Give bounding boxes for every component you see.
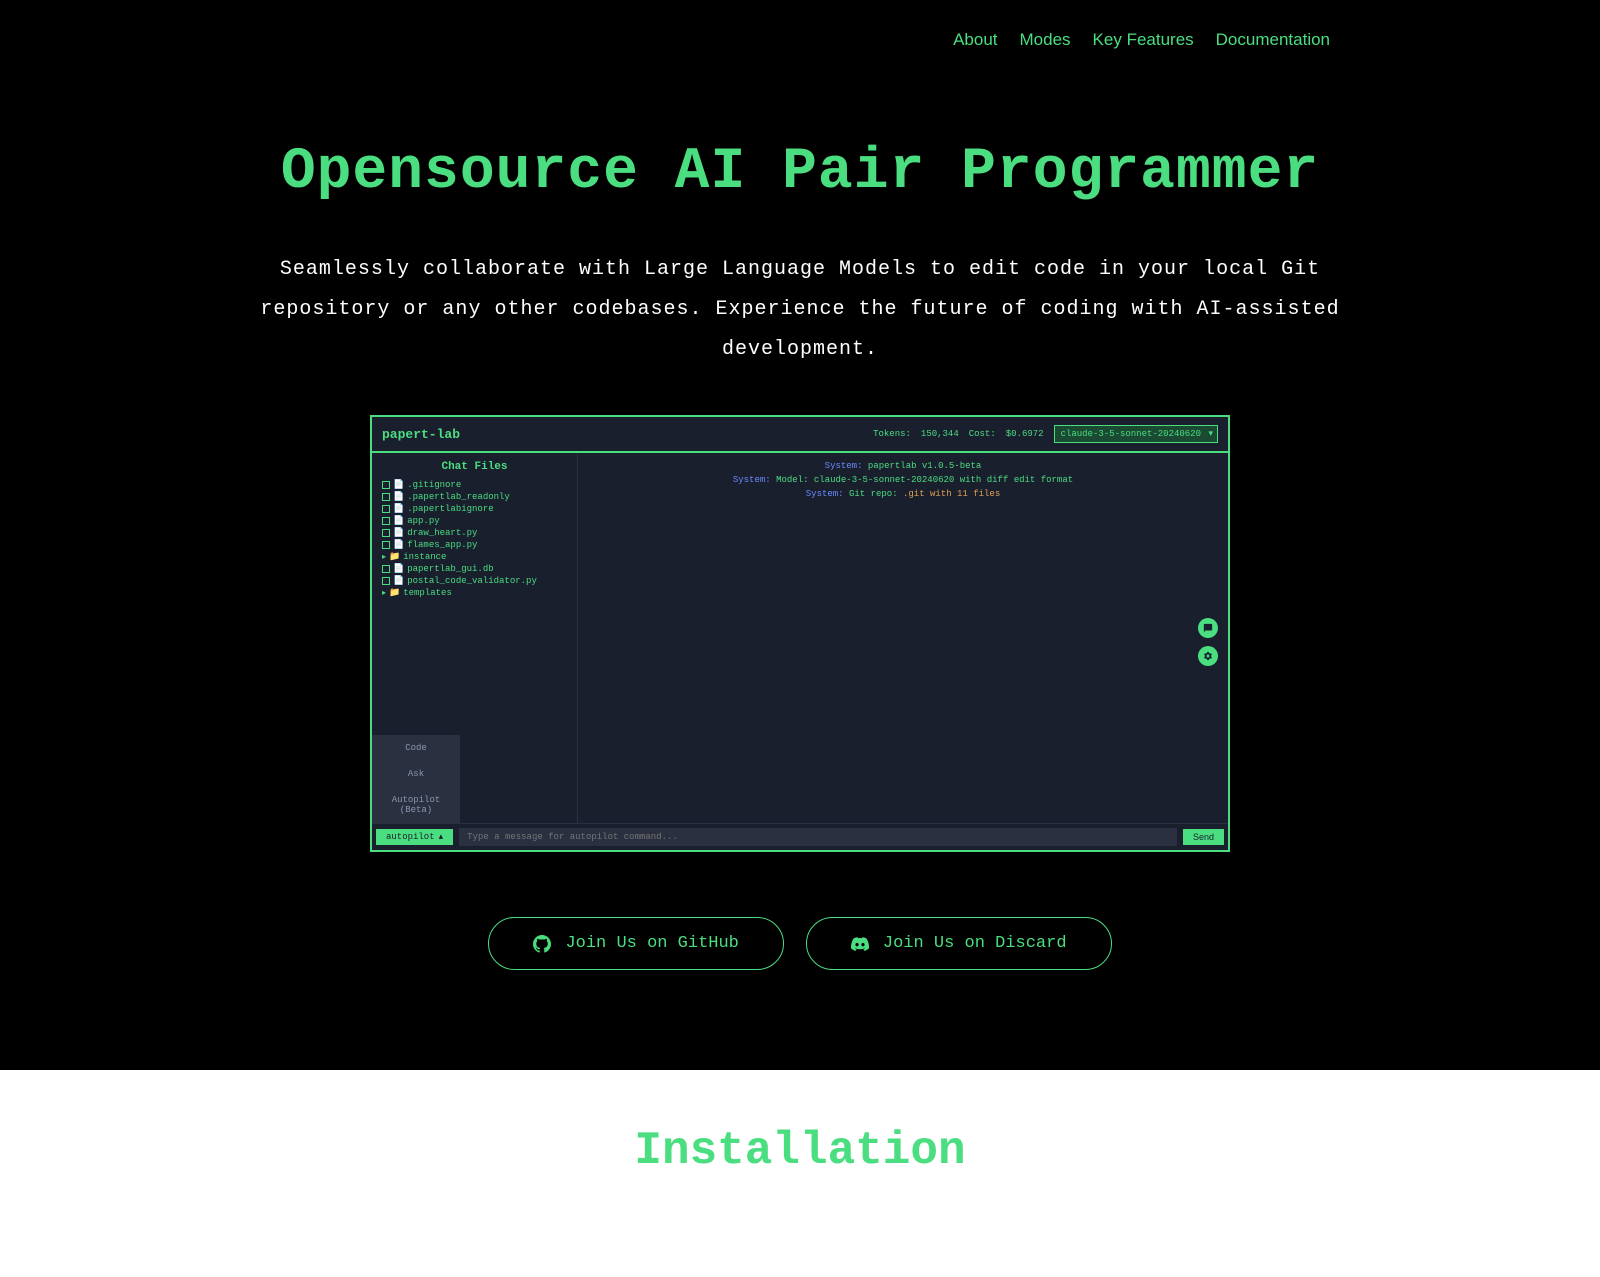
file-item[interactable]: ▸📁instance [382, 551, 567, 563]
file-item[interactable]: 📄.papertlabignore [382, 503, 567, 515]
gear-icon [1203, 651, 1213, 661]
tokens-value: 150,344 [921, 429, 959, 439]
file-checkbox[interactable] [382, 517, 390, 525]
folder-icon: 📁 [389, 588, 400, 598]
file-item[interactable]: 📄.gitignore [382, 479, 567, 491]
top-nav: About Modes Key Features Documentation [0, 0, 1600, 50]
github-button[interactable]: Join Us on GitHub [488, 917, 783, 970]
mode-autopilot[interactable]: Autopilot (Beta) [372, 787, 460, 823]
file-checkbox[interactable] [382, 481, 390, 489]
settings-fab[interactable] [1198, 646, 1218, 666]
file-item[interactable]: 📄papertlab_gui.db [382, 563, 567, 575]
app-screenshot: papert-lab Tokens: 150,344 Cost: $0.6972… [370, 415, 1230, 852]
send-button[interactable]: Send [1183, 829, 1224, 845]
file-icon: 📄 [393, 564, 404, 574]
file-icon: 📄 [393, 492, 404, 502]
sys2-text-a: Model: claude-3-5-sonnet-20240620 with [776, 475, 987, 485]
nav-about[interactable]: About [953, 30, 997, 50]
sys3-text-a: Git repo: [849, 489, 903, 499]
expand-icon: ▸ [382, 588, 386, 598]
file-icon: 📄 [393, 480, 404, 490]
sys1-text: papertlab v1.0.5-beta [868, 461, 981, 471]
model-select-value: claude-3-5-sonnet-20240620 [1061, 429, 1201, 439]
chevron-up-icon: ▴ [439, 832, 444, 842]
nav-modes[interactable]: Modes [1020, 30, 1071, 50]
sys1-label: System: [825, 461, 863, 471]
folder-icon: 📁 [389, 552, 400, 562]
file-checkbox[interactable] [382, 565, 390, 573]
file-icon: 📄 [393, 576, 404, 586]
file-icon: 📄 [393, 504, 404, 514]
file-icon: 📄 [393, 540, 404, 550]
chat-icon [1203, 623, 1213, 633]
mode-code[interactable]: Code [372, 735, 460, 761]
file-checkbox[interactable] [382, 577, 390, 585]
sys2-text-c: edit format [1008, 475, 1073, 485]
sys3-text-b: .git with 11 files [903, 489, 1000, 499]
file-icon: 📄 [393, 516, 404, 526]
message-input[interactable] [459, 828, 1177, 846]
file-name: postal_code_validator.py [407, 576, 537, 586]
file-name: flames_app.py [407, 540, 477, 550]
cost-label: Cost: [969, 429, 996, 439]
cost-value: $0.6972 [1006, 429, 1044, 439]
hero-title: Opensource AI Pair Programmer [0, 140, 1600, 205]
sys2-label: System: [733, 475, 771, 485]
model-select[interactable]: claude-3-5-sonnet-20240620 ▾ [1054, 425, 1218, 443]
file-item[interactable]: 📄flames_app.py [382, 539, 567, 551]
sys3-label: System: [806, 489, 844, 499]
file-name: templates [403, 588, 452, 598]
file-name: draw_heart.py [407, 528, 477, 538]
file-list: 📄.gitignore📄.papertlab_readonly📄.papertl… [382, 479, 567, 599]
nav-features[interactable]: Key Features [1093, 30, 1194, 50]
file-name: papertlab_gui.db [407, 564, 493, 574]
app-title: papert-lab [382, 427, 460, 442]
discord-button[interactable]: Join Us on Discard [806, 917, 1112, 970]
file-checkbox[interactable] [382, 541, 390, 549]
sys2-text-b: diff [987, 475, 1009, 485]
chevron-down-icon: ▾ [1208, 429, 1213, 439]
sidebar-title: Chat Files [382, 461, 567, 473]
install-title: Installation [0, 1125, 1600, 1177]
file-item[interactable]: 📄app.py [382, 515, 567, 527]
file-name: .papertlab_readonly [407, 492, 510, 502]
discord-label: Join Us on Discard [883, 934, 1067, 953]
github-label: Join Us on GitHub [565, 934, 738, 953]
file-icon: 📄 [393, 528, 404, 538]
file-checkbox[interactable] [382, 493, 390, 501]
hero-subtitle: Seamlessly collaborate with Large Langua… [250, 250, 1350, 370]
file-checkbox[interactable] [382, 529, 390, 537]
github-icon [533, 935, 551, 953]
expand-icon: ▸ [382, 552, 386, 562]
mode-ask[interactable]: Ask [372, 761, 460, 787]
file-name: instance [403, 552, 446, 562]
file-name: .gitignore [407, 480, 461, 490]
file-item[interactable]: 📄draw_heart.py [382, 527, 567, 539]
mode-menu: Code Ask Autopilot (Beta) [372, 735, 460, 823]
mode-current-label: autopilot [386, 832, 435, 842]
chat-fab[interactable] [1198, 618, 1218, 638]
file-item[interactable]: ▸📁templates [382, 587, 567, 599]
nav-docs[interactable]: Documentation [1216, 30, 1330, 50]
file-name: app.py [407, 516, 439, 526]
file-item[interactable]: 📄.papertlab_readonly [382, 491, 567, 503]
file-item[interactable]: 📄postal_code_validator.py [382, 575, 567, 587]
file-checkbox[interactable] [382, 505, 390, 513]
file-name: .papertlabignore [407, 504, 493, 514]
discord-icon [851, 935, 869, 953]
tokens-label: Tokens: [873, 429, 911, 439]
mode-current-button[interactable]: autopilot ▴ [376, 829, 453, 845]
